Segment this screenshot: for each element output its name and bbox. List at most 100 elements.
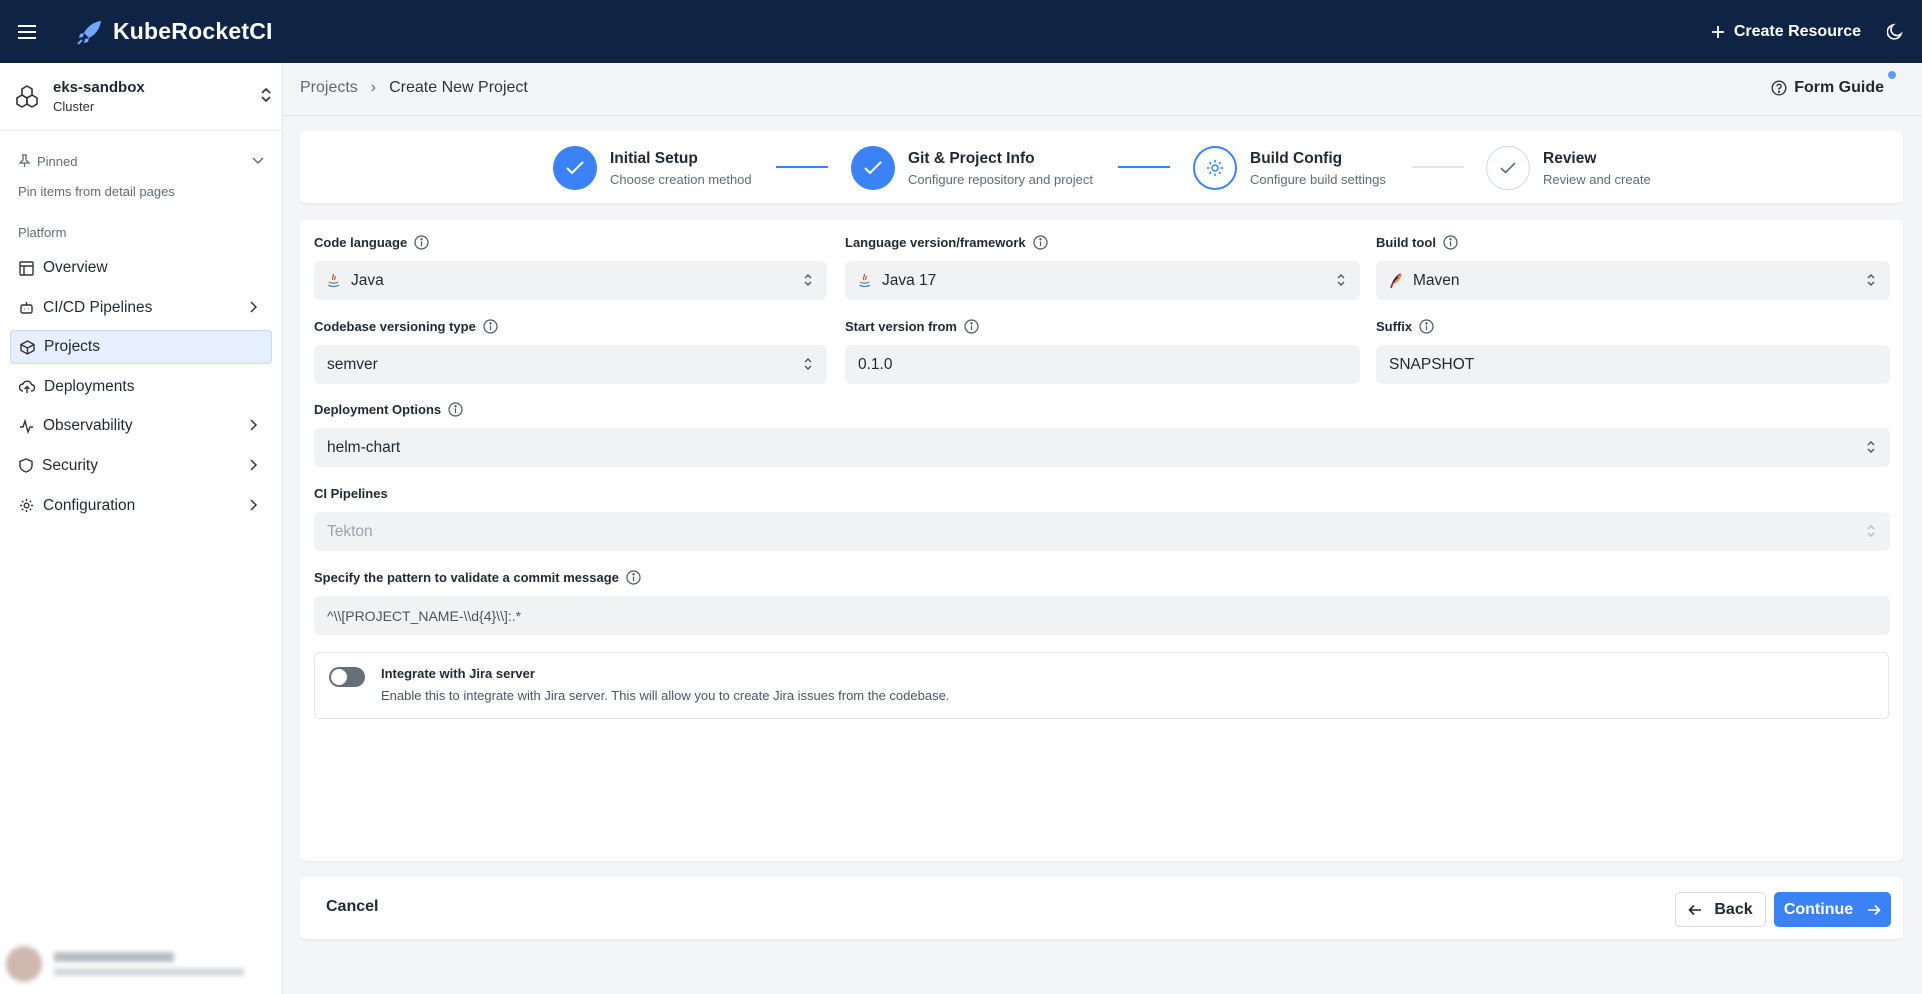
- build-tool-select[interactable]: Maven: [1376, 261, 1890, 300]
- cancel-button[interactable]: Cancel: [326, 898, 378, 916]
- java-icon: [327, 273, 341, 289]
- input-value: ^\\[PROJECT_NAME-\\d{4}\\]:.*: [327, 607, 522, 624]
- pinned-section-toggle[interactable]: Pinned: [18, 151, 264, 171]
- deployment-options-field: Deployment Options helm-chart: [314, 399, 1890, 467]
- continue-label: Continue: [1783, 900, 1854, 918]
- chevron-up-down-icon: [1866, 524, 1876, 538]
- input-value: SNAPSHOT: [1389, 355, 1475, 373]
- info-icon[interactable]: [1033, 234, 1048, 250]
- notification-dot: [1888, 71, 1896, 79]
- versioning-type-select[interactable]: semver: [314, 345, 827, 384]
- step-build-config[interactable]: Build Config Configure build settings: [1193, 146, 1386, 190]
- sidebar-item-projects[interactable]: Projects: [10, 330, 272, 365]
- info-icon[interactable]: [448, 401, 463, 417]
- menu-icon[interactable]: [0, 0, 54, 63]
- step-review[interactable]: Review Review and create: [1486, 146, 1651, 190]
- create-resource-button[interactable]: Create Resource: [1711, 23, 1861, 41]
- gear-icon: [1207, 160, 1223, 176]
- toggle-knob: [331, 669, 347, 685]
- check-icon: [1500, 162, 1516, 174]
- sidebar-item-overview[interactable]: Overview: [10, 251, 272, 285]
- chevron-down-icon: [252, 157, 264, 165]
- field-label: Deployment Options: [314, 401, 442, 417]
- avatar: [6, 946, 42, 982]
- step-connector: [1118, 166, 1170, 168]
- moon-icon[interactable]: [1887, 23, 1904, 40]
- box-icon: [20, 339, 35, 355]
- sidebar-item-label: Projects: [44, 338, 100, 356]
- java-icon: [858, 273, 872, 289]
- sidebar-item-observability[interactable]: Observability: [10, 409, 272, 443]
- step-description: Choose creation method: [610, 171, 752, 187]
- breadcrumb-separator: ›: [370, 79, 377, 96]
- gear-icon: [19, 498, 34, 513]
- back-label: Back: [1714, 900, 1753, 918]
- maven-feather-icon: [1389, 272, 1403, 289]
- shield-icon: [19, 458, 33, 474]
- info-icon[interactable]: [1443, 234, 1458, 250]
- language-version-select[interactable]: Java 17: [845, 261, 1360, 300]
- back-button[interactable]: Back: [1675, 892, 1766, 927]
- step-initial-setup[interactable]: Initial Setup Choose creation method: [553, 146, 752, 190]
- app-title: KubeRocketCI: [113, 18, 273, 44]
- cluster-type: Cluster: [53, 99, 95, 114]
- info-icon[interactable]: [626, 569, 641, 585]
- step-connector: [776, 166, 828, 168]
- stepper: Initial Setup Choose creation method Git…: [300, 131, 1903, 203]
- field-label: Language version/framework: [845, 234, 1026, 250]
- create-resource-label: Create Resource: [1733, 22, 1861, 40]
- brand[interactable]: KubeRocketCI: [77, 18, 273, 45]
- jira-title: Integrate with Jira server: [381, 666, 535, 681]
- arrow-left-icon: [1688, 904, 1702, 916]
- step-git-project-info[interactable]: Git & Project Info Configure repository …: [851, 146, 1093, 190]
- cluster-selector[interactable]: eks-sandbox Cluster: [0, 63, 282, 131]
- info-icon[interactable]: [414, 234, 429, 250]
- chevron-right-icon: [250, 419, 258, 431]
- info-icon[interactable]: [964, 318, 979, 334]
- chevron-up-down-icon: [803, 357, 813, 371]
- chevron-up-down-icon: [1866, 273, 1876, 287]
- continue-button[interactable]: Continue: [1774, 892, 1891, 927]
- sidebar-item-label: Observability: [43, 417, 133, 435]
- step-status-done: [553, 146, 597, 190]
- sidebar-item-configuration[interactable]: Configuration: [10, 489, 272, 523]
- field-label: CI Pipelines: [314, 485, 388, 501]
- help-circle-icon: [1771, 80, 1787, 96]
- plus-icon: [1711, 25, 1725, 39]
- select-value: Maven: [1413, 271, 1460, 289]
- step-title: Review: [1543, 149, 1597, 167]
- sidebar-item-security[interactable]: Security: [10, 449, 272, 483]
- sidebar-item-label: Deployments: [44, 377, 135, 395]
- deployment-options-select[interactable]: helm-chart: [314, 428, 1890, 467]
- chevron-up-down-icon: [1866, 440, 1876, 454]
- activity-icon: [19, 418, 34, 434]
- breadcrumb: Projects › Create New Project: [300, 79, 528, 97]
- cluster-name: eks-sandbox: [53, 79, 145, 96]
- user-profile-blurred[interactable]: [6, 942, 276, 986]
- info-icon[interactable]: [1419, 318, 1434, 334]
- commit-pattern-input[interactable]: ^\\[PROJECT_NAME-\\d{4}\\]:.*: [314, 596, 1890, 635]
- user-info-redacted: [54, 952, 244, 976]
- arrow-right-icon: [1867, 904, 1881, 916]
- input-value: 0.1.0: [858, 355, 893, 373]
- sidebar-item-deployments[interactable]: Deployments: [10, 370, 272, 404]
- step-title: Git & Project Info: [908, 149, 1035, 167]
- step-title: Build Config: [1250, 149, 1343, 167]
- step-description: Review and create: [1543, 171, 1651, 187]
- rocket-logo-icon: [77, 19, 103, 45]
- chevron-right-icon: [250, 499, 258, 511]
- robot-icon: [19, 300, 34, 315]
- step-description: Configure build settings: [1250, 171, 1386, 187]
- sidebar-item-cicd-pipelines[interactable]: CI/CD Pipelines: [10, 291, 272, 325]
- form-guide-button[interactable]: Form Guide: [1771, 79, 1884, 97]
- jira-toggle-switch[interactable]: [329, 667, 365, 687]
- info-icon[interactable]: [483, 318, 498, 334]
- field-label: Start version from: [845, 318, 957, 334]
- code-language-select[interactable]: Java: [314, 261, 827, 300]
- start-version-input[interactable]: 0.1.0: [845, 345, 1360, 384]
- breadcrumb-projects-link[interactable]: Projects: [300, 79, 358, 97]
- check-icon: [864, 161, 882, 175]
- select-value: Java: [351, 271, 384, 289]
- table-icon: [19, 260, 34, 276]
- suffix-input[interactable]: SNAPSHOT: [1376, 345, 1890, 384]
